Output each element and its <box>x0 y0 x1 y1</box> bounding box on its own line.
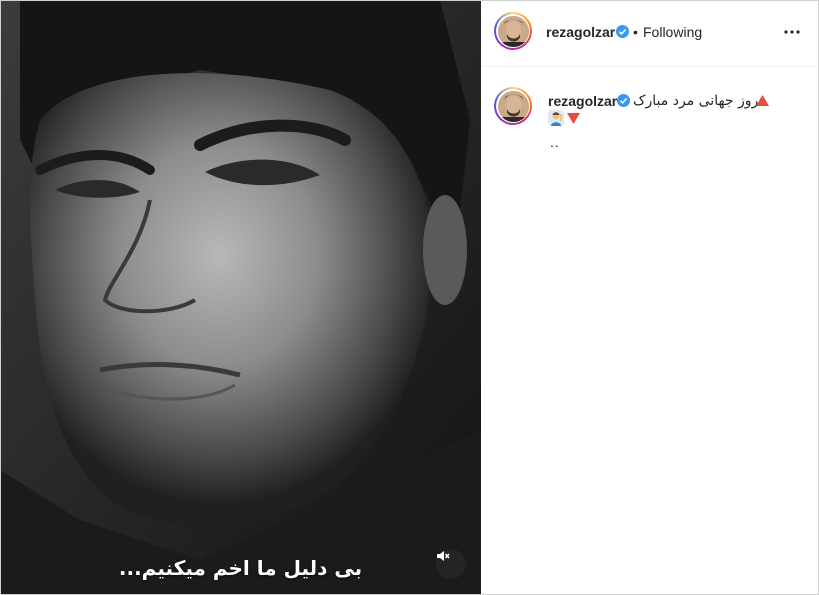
caption-username[interactable]: rezagolzar <box>548 93 617 109</box>
verified-badge-icon <box>616 25 629 38</box>
video-frame-image <box>0 0 481 595</box>
avatar[interactable] <box>494 12 532 50</box>
header-separator: • <box>633 24 638 40</box>
red-triangle-down-icon <box>567 112 580 124</box>
caption-emoji-line <box>548 110 580 126</box>
speaker-muted-icon <box>437 551 450 561</box>
following-button[interactable]: Following <box>643 24 702 40</box>
mute-button[interactable] <box>436 549 466 579</box>
man-raising-hand-icon <box>548 110 564 126</box>
more-options-button[interactable] <box>778 20 806 44</box>
caption-avatar[interactable] <box>494 87 532 125</box>
header-username[interactable]: rezagolzar <box>546 24 615 40</box>
caption-text: روز جهانی مرد مبارک <box>633 93 759 109</box>
red-triangle-up-icon <box>756 95 769 106</box>
more-horizontal-icon <box>784 30 800 34</box>
post-header: rezagolzar • Following <box>481 0 819 67</box>
verified-badge-icon <box>617 94 630 107</box>
video-subtitle: بی دلیل ما اخم میکنیم... <box>118 556 363 580</box>
post-side-panel: rezagolzar • Following rezagolzar روز جه… <box>481 0 819 595</box>
post-media[interactable]: بی دلیل ما اخم میکنیم... <box>0 0 481 595</box>
caption-dots: .. <box>550 134 560 150</box>
